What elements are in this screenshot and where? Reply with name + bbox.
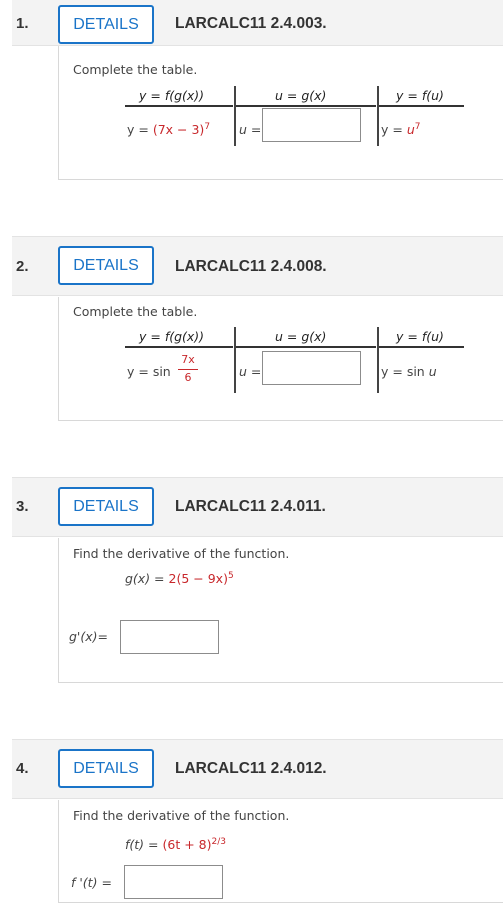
header-composite: y = f(g(x)): [139, 88, 205, 103]
outer-function: y = u7: [381, 122, 421, 137]
function-definition: g(x) = 2(5 − 9x)5: [125, 571, 234, 586]
question-number: 4.: [16, 760, 29, 777]
header-rule: [125, 105, 233, 107]
answer-label: f '(t) =: [71, 875, 112, 890]
fraction-denominator: 6: [184, 371, 192, 384]
fraction-bar: [178, 369, 198, 370]
question-number: 3.: [16, 498, 29, 515]
question-reference: LARCALC11 2.4.012.: [175, 760, 327, 777]
instruction-text: Complete the table.: [73, 62, 198, 77]
inner-function-input[interactable]: [262, 108, 361, 142]
composite-exponent: 7: [204, 122, 211, 132]
column-divider: [234, 327, 236, 393]
column-divider: [377, 327, 379, 393]
instruction-text: Find the derivative of the function.: [73, 808, 290, 823]
details-button[interactable]: DETAILS: [58, 5, 154, 44]
derivative-input[interactable]: [124, 865, 223, 899]
inner-function-input[interactable]: [262, 351, 361, 385]
composite-function: y = (7x − 3)7: [127, 122, 211, 137]
column-divider: [234, 86, 236, 146]
question-body: Complete the table. y = f(g(x)) u = g(x)…: [58, 297, 503, 421]
answer-label: g'(x)=: [69, 629, 108, 644]
composite-expression: (7x − 3): [152, 122, 205, 137]
function-definition: f(t) = (6t + 8)2/3: [125, 837, 226, 852]
question-reference: LARCALC11 2.4.011.: [175, 498, 326, 515]
column-divider: [377, 86, 379, 146]
header-outer: y = f(u): [396, 329, 444, 344]
composite-function-prefix: y = sin: [127, 364, 171, 379]
header-rule: [379, 105, 464, 107]
header-inner: u = g(x): [275, 329, 327, 344]
u-label: u =: [239, 122, 262, 137]
header-rule: [379, 346, 464, 348]
question-number: 2.: [16, 258, 29, 275]
details-button[interactable]: DETAILS: [58, 246, 154, 285]
instruction-text: Complete the table.: [73, 304, 198, 319]
u-label: u =: [239, 364, 262, 379]
header-inner: u = g(x): [275, 88, 327, 103]
details-button[interactable]: DETAILS: [58, 749, 154, 788]
question-body: Find the derivative of the function. f(t…: [58, 800, 503, 903]
question-body: Complete the table. y = f(g(x)) u = g(x)…: [58, 46, 503, 180]
question-body: Find the derivative of the function. g(x…: [58, 538, 503, 683]
question-reference: LARCALC11 2.4.008.: [175, 258, 327, 275]
instruction-text: Find the derivative of the function.: [73, 546, 290, 561]
question-number: 1.: [16, 15, 29, 32]
fraction-numerator: 7x: [181, 353, 195, 366]
header-rule: [125, 346, 233, 348]
header-rule: [236, 105, 376, 107]
details-button[interactable]: DETAILS: [58, 487, 154, 526]
derivative-input[interactable]: [120, 620, 219, 654]
header-outer: y = f(u): [396, 88, 444, 103]
question-reference: LARCALC11 2.4.003.: [175, 15, 327, 32]
outer-function: y = sin u: [381, 364, 437, 379]
header-rule: [236, 346, 376, 348]
header-composite: y = f(g(x)): [139, 329, 205, 344]
